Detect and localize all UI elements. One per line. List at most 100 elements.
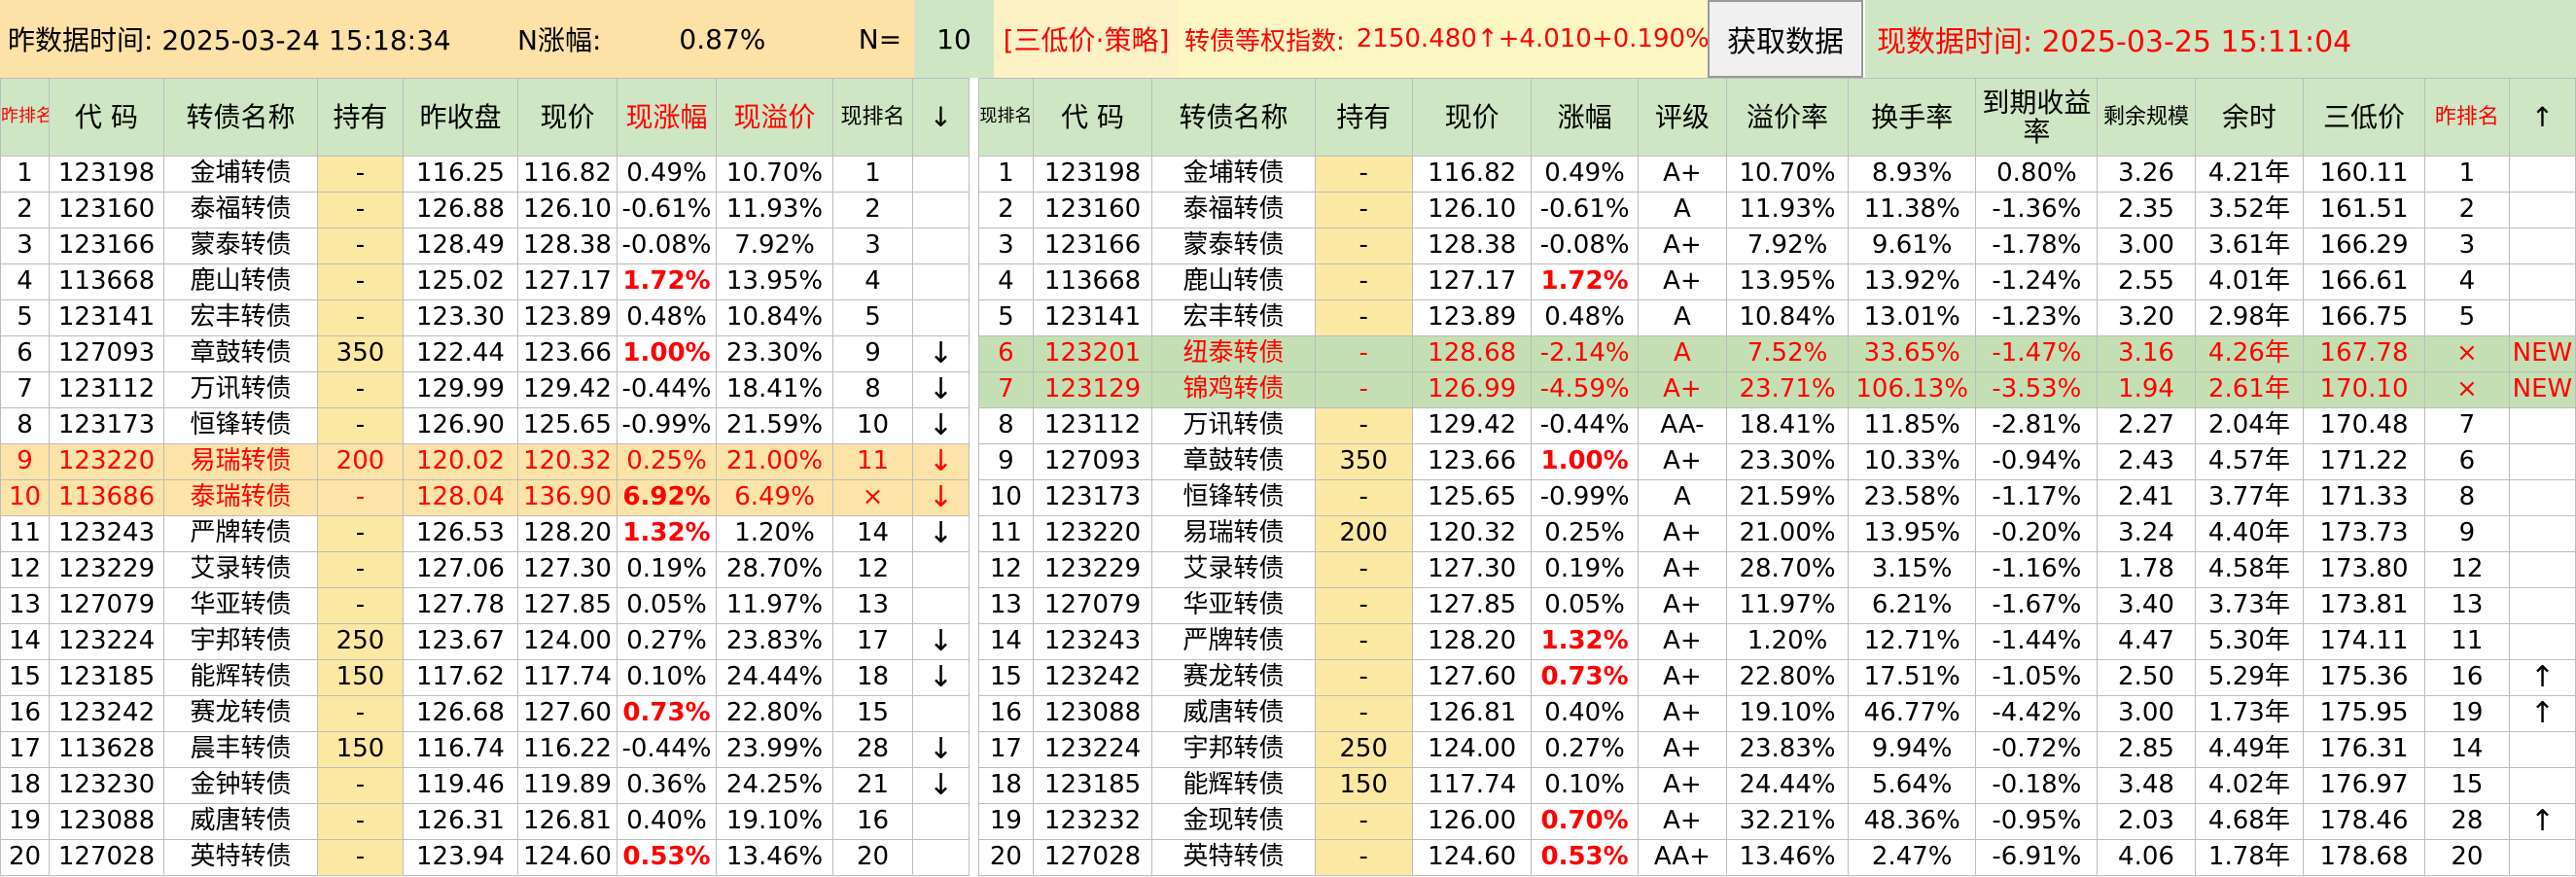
change-cell: 1.72% xyxy=(1531,263,1639,300)
table-row[interactable]: 14 123224 宇邦转债 250 123.67 124.00 0.27% 23.83% 17… xyxy=(0,623,970,660)
table-row[interactable]: 3 123166 蒙泰转债 -128.49 128.38 -0.08% 7.92% 3 xyxy=(0,228,970,264)
table-row[interactable]: 8 123112 万讯转债 -129.42 -0.44% AA- 18.41% 11.85% -… xyxy=(978,407,2576,444)
table-row[interactable]: 11 123220 易瑞转债 200 120.32 0.25% A+ 21.00% 13.95%… xyxy=(978,515,2576,552)
col-r-name[interactable]: 转债名称 xyxy=(1151,78,1316,157)
name-cell: 华亚转债 xyxy=(163,587,318,624)
ytm-cell: -1.05% xyxy=(1975,659,2099,696)
col-r-curr-rank[interactable]: 现排名 xyxy=(978,78,1034,157)
table-row[interactable]: 14 123243 严牌转债 -128.20 1.32% A+ 1.20% 12.71% -1.… xyxy=(978,623,2576,660)
col-r-change[interactable]: 涨幅 xyxy=(1531,78,1639,157)
table-row[interactable]: 5 123141 宏丰转债 -123.30 123.89 0.48% 10.84% 5 xyxy=(0,299,970,336)
premium-cell: 13.95% xyxy=(716,263,833,300)
col-hold[interactable]: 持有 xyxy=(317,78,404,157)
table-row[interactable]: 15 123242 赛龙转债 -127.60 0.73% A+ 22.80% 17.51% -1… xyxy=(978,659,2576,696)
curr-rank-cell: × xyxy=(832,479,913,516)
change-cell: -0.08% xyxy=(1531,228,1639,264)
table-row[interactable]: 12 123229 艾录转债 -127.06 127.30 0.19% 28.70% 12 xyxy=(0,551,970,588)
prev-close-cell: 126.90 xyxy=(403,407,518,444)
table-row[interactable]: 10 113686 泰瑞转债 -128.04 136.90 6.92% 6.49% × ↓ xyxy=(0,479,970,516)
table-row[interactable]: 19 123232 金现转债 -126.00 0.70% A+ 32.21% 48.36% -0… xyxy=(978,803,2576,840)
prev-rank-cell: 6 xyxy=(2423,443,2510,480)
prev-close-cell: 123.30 xyxy=(403,299,518,336)
tri-low-cell: 178.46 xyxy=(2303,803,2425,840)
table-row[interactable]: 12 123229 艾录转债 -127.30 0.19% A+ 28.70% 3.15% -1.… xyxy=(978,551,2576,588)
price-cell: 126.00 xyxy=(1411,803,1533,840)
rank-down-arrow: ↓ xyxy=(912,731,970,768)
col-code[interactable]: 代 码 xyxy=(49,78,164,157)
col-price[interactable]: 现价 xyxy=(517,78,618,157)
table-row[interactable]: 4 113668 鹿山转债 -125.02 127.17 1.72% 13.95% 4 xyxy=(0,263,970,300)
table-row[interactable]: 17 123224 宇邦转债 250 124.00 0.27% A+ 23.83% 9.94% -… xyxy=(978,731,2576,768)
col-r-rating[interactable]: 评级 xyxy=(1637,78,1728,157)
col-prev-close[interactable]: 昨收盘 xyxy=(403,78,518,157)
col-r-scale[interactable]: 剩余规模 xyxy=(2097,78,2196,157)
rank-down-arrow: ↓ xyxy=(912,659,970,696)
table-row[interactable]: 18 123230 金钟转债 -119.46 119.89 0.36% 24.25% 21 ↓ xyxy=(0,767,970,804)
col-r-tri-low[interactable]: 三低价 xyxy=(2303,78,2425,157)
col-r-hold[interactable]: 持有 xyxy=(1314,78,1413,157)
table-row[interactable]: 8 123173 恒锋转债 -126.90 125.65 -0.99% 21.59% 10 ↓ xyxy=(0,407,970,444)
prev-close-cell: 116.25 xyxy=(403,156,518,193)
table-row[interactable]: 1 123198 金埔转债 -116.82 0.49% A+ 10.70% 8.93% 0.80… xyxy=(978,156,2576,193)
table-row[interactable]: 1 123198 金埔转债 -116.25 116.82 0.49% 10.70% 1 xyxy=(0,156,970,193)
col-r-arrow-up[interactable]: ↑ xyxy=(2508,78,2576,157)
col-curr-rank[interactable]: 现排名 xyxy=(832,78,913,157)
table-row[interactable]: 19 123088 威唐转债 -126.31 126.81 0.40% 19.10% 16 xyxy=(0,803,970,840)
prev-rank-cell: 15 xyxy=(0,659,50,696)
table-row[interactable]: 9 127093 章鼓转债 350 123.66 1.00% A+ 23.30% 10.33% -… xyxy=(978,443,2576,480)
col-r-prev-rank[interactable]: 昨排名 xyxy=(2423,78,2510,157)
table-row[interactable]: 6 127093 章鼓转债 350 122.44 123.66 1.00% 23.30% 9 ↓ xyxy=(0,335,970,372)
rank-up-arrow xyxy=(2508,623,2576,660)
col-name[interactable]: 转债名称 xyxy=(163,78,318,157)
table-row[interactable]: 15 123185 能辉转债 150 117.62 117.74 0.10% 24.44% 18… xyxy=(0,659,970,696)
col-r-price[interactable]: 现价 xyxy=(1411,78,1533,157)
premium-cell: 23.83% xyxy=(716,623,833,660)
prev-close-cell: 127.78 xyxy=(403,587,518,624)
prev-rank-cell: 19 xyxy=(2423,695,2510,732)
name-cell: 宇邦转债 xyxy=(1151,731,1316,768)
table-row[interactable]: 2 123160 泰福转债 -126.10 -0.61% A 11.93% 11.38% -1.… xyxy=(978,192,2576,228)
col-curr-change[interactable]: 现涨幅 xyxy=(617,78,717,157)
code-cell: 123232 xyxy=(1032,803,1153,840)
rank-down-arrow: ↓ xyxy=(912,335,970,372)
hold-cell: - xyxy=(1314,263,1413,300)
name-cell: 鹿山转债 xyxy=(163,263,318,300)
prev-rank-cell: 10 xyxy=(0,479,50,516)
col-r-remain[interactable]: 余时 xyxy=(2194,78,2305,157)
table-row[interactable]: 17 113628 晨丰转债 150 116.74 116.22 -0.44% 23.99% 2… xyxy=(0,731,970,768)
name-cell: 能辉转债 xyxy=(1151,767,1316,804)
table-row[interactable]: 16 123088 威唐转债 -126.81 0.40% A+ 19.10% 46.77% -4… xyxy=(978,695,2576,732)
hold-cell: - xyxy=(1314,192,1413,228)
col-curr-premium[interactable]: 现溢价 xyxy=(716,78,833,157)
table-row[interactable]: 10 123173 恒锋转债 -125.65 -0.99% A 21.59% 23.58% -1… xyxy=(978,479,2576,516)
col-prev-rank[interactable]: 昨排名 xyxy=(0,78,50,157)
table-row[interactable]: 4 113668 鹿山转债 -127.17 1.72% A+ 13.95% 13.92% -1.… xyxy=(978,263,2576,300)
table-row[interactable]: 5 123141 宏丰转债 -123.89 0.48% A 10.84% 13.01% -1.2… xyxy=(978,299,2576,336)
table-row[interactable]: 2 123160 泰福转债 -126.88 126.10 -0.61% 11.93% 2 xyxy=(0,192,970,228)
col-r-ytm[interactable]: 到期收益率 xyxy=(1975,78,2099,157)
table-row[interactable]: 7 123112 万讯转债 -129.99 129.42 -0.44% 18.41% 8 ↓ xyxy=(0,371,970,408)
col-r-premium[interactable]: 溢价率 xyxy=(1726,78,1849,157)
fetch-data-button[interactable]: 获取数据 xyxy=(1708,0,1863,78)
col-r-code[interactable]: 代 码 xyxy=(1032,78,1153,157)
table-row[interactable]: 13 127079 华亚转债 -127.78 127.85 0.05% 11.97% 13 xyxy=(0,587,970,624)
price-cell: 116.22 xyxy=(517,731,618,768)
table-row[interactable]: 20 127028 英特转债 -123.94 124.60 0.53% 13.46% 20 xyxy=(0,839,970,876)
code-cell: 127028 xyxy=(1032,839,1153,876)
table-row[interactable]: 9 123220 易瑞转债 200 120.02 120.32 0.25% 21.00% 11 ↓ xyxy=(0,443,970,480)
col-r-turnover[interactable]: 换手率 xyxy=(1847,78,1977,157)
table-row[interactable]: 7 123129 锦鸡转债 -126.99 -4.59% A+ 23.71% 106.13% -… xyxy=(978,371,2576,408)
scale-cell: 2.27 xyxy=(2097,407,2196,444)
tri-low-cell: 178.68 xyxy=(2303,839,2425,876)
n-value-cell[interactable]: 10 xyxy=(914,0,994,78)
price-cell: 117.74 xyxy=(1411,767,1533,804)
table-row[interactable]: 16 123242 赛龙转债 -126.68 127.60 0.73% 22.80% 15 xyxy=(0,695,970,732)
col-arrow-down[interactable]: ↓ xyxy=(912,78,970,157)
table-row[interactable]: 6 123201 纽泰转债 -128.68 -2.14% A 7.52% 33.65% -1.4… xyxy=(978,335,2576,372)
table-row[interactable]: 18 123185 能辉转债 150 117.74 0.10% A+ 24.44% 5.64% -… xyxy=(978,767,2576,804)
table-row[interactable]: 11 123243 严牌转债 -126.53 128.20 1.32% 1.20% 14 ↓ xyxy=(0,515,970,552)
table-row[interactable]: 20 127028 英特转债 -124.60 0.53% AA+ 13.46% 2.47% -6… xyxy=(978,839,2576,876)
premium-cell: 7.52% xyxy=(1726,335,1849,372)
table-row[interactable]: 13 127079 华亚转债 -127.85 0.05% A+ 11.97% 6.21% -1.… xyxy=(978,587,2576,624)
table-row[interactable]: 3 123166 蒙泰转债 -128.38 -0.08% A+ 7.92% 9.61% -1.7… xyxy=(978,228,2576,264)
